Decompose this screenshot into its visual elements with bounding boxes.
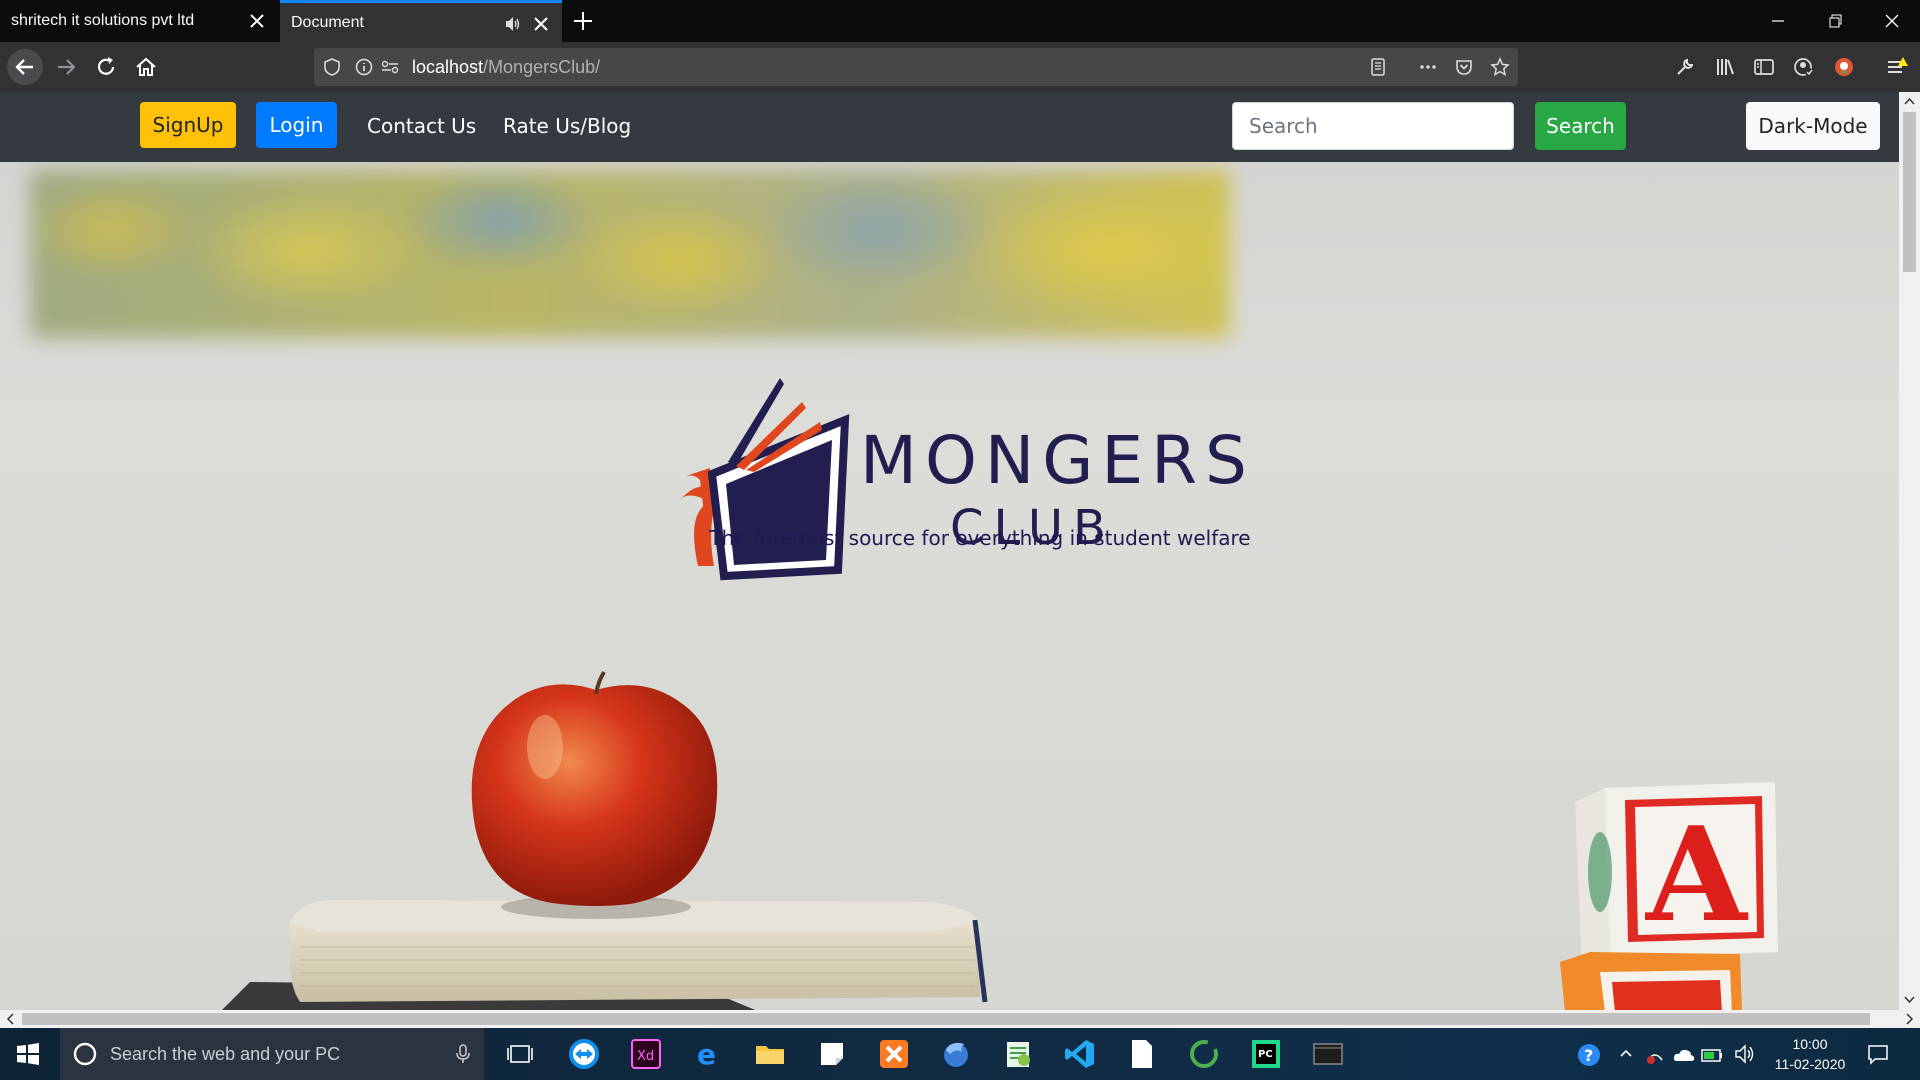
terminal-icon[interactable] [1310,1036,1346,1072]
scroll-down-arrow-icon[interactable] [1899,992,1920,1008]
account-icon[interactable] [1793,56,1815,78]
vertical-scroll-thumb[interactable] [1903,112,1916,272]
close-tab-icon[interactable] [532,15,550,33]
wrench-icon[interactable] [1674,56,1696,78]
restore-icon[interactable] [1820,6,1850,36]
adobe-xd-icon[interactable]: Xd [628,1036,664,1072]
permissions-icon[interactable] [380,57,400,77]
signup-button[interactable]: SignUp [140,102,236,148]
vertical-scrollbar[interactable] [1899,92,1920,1010]
minimize-icon[interactable] [1763,6,1793,36]
chevron-up-icon[interactable] [1618,1044,1634,1064]
close-window-icon[interactable] [1877,6,1907,36]
svg-text:Xd: Xd [637,1049,654,1064]
scroll-right-arrow-icon[interactable] [1900,1010,1918,1028]
arrow-left-icon [15,59,33,75]
edge-browser-icon[interactable]: e [690,1036,726,1072]
tab-title: Document [291,13,364,31]
site-search-input[interactable] [1232,102,1514,150]
windows-start-icon[interactable] [16,1042,40,1066]
green-circle-app-icon[interactable] [1186,1036,1222,1072]
blurred-painting-image [30,170,1230,338]
clock-time: 10:00 [1792,1036,1828,1052]
site-search-button[interactable]: Search [1535,102,1626,150]
pycharm-icon[interactable]: PC [1248,1036,1284,1072]
windows-taskbar: Search the web and your PC Xd e PC ? 10:… [0,1028,1920,1080]
reload-icon[interactable] [88,49,124,85]
svg-text:?: ? [1584,1046,1593,1065]
site-navbar: SignUp Login Contact Us Rate Us/Blog Sea… [0,92,1899,162]
taskbar-search-box[interactable]: Search the web and your PC [60,1028,484,1080]
login-button[interactable]: Login [256,102,337,148]
speaker-icon[interactable] [504,15,522,33]
notepad-plus-plus-icon[interactable] [1000,1036,1036,1072]
pocket-icon[interactable] [1454,57,1474,77]
more-actions-icon[interactable] [1418,57,1438,77]
firefox-icon[interactable] [938,1036,974,1072]
vscode-icon[interactable] [1062,1036,1098,1072]
tagline: The foremost source for everything in st… [709,526,1251,550]
svg-text:PC: PC [1258,1049,1273,1060]
block-letter-a: A [1644,798,1749,951]
scroll-up-arrow-icon[interactable] [1899,94,1920,110]
url-text: localhost/MongersClub/ [412,57,600,78]
info-icon[interactable] [354,57,374,77]
dark-mode-toggle-button[interactable]: Dark-Mode [1746,102,1880,150]
browser-tab-active[interactable]: Document [280,0,562,42]
hero-background: A MONGERS CLUB The foremost source for e… [0,162,1899,1010]
logo-text-mongers: MONGERS [860,422,1255,499]
nav-link-contact-us[interactable]: Contact Us [367,114,476,138]
sticky-notes-icon[interactable] [814,1036,850,1072]
reader-view-icon[interactable] [1368,57,1388,77]
tab-title: shritech it solutions pvt ltd [11,12,195,29]
horizontal-scroll-thumb[interactable] [22,1013,1870,1025]
mongers-club-logo: MONGERS CLUB [640,352,1247,592]
close-tab-icon[interactable] [248,12,266,30]
taskbar-search-placeholder: Search the web and your PC [110,1044,341,1064]
horizontal-scrollbar[interactable] [0,1010,1920,1028]
blank-document-icon[interactable] [1124,1036,1160,1072]
shield-icon[interactable] [322,57,342,77]
back-button[interactable] [7,49,43,85]
new-tab-plus-icon[interactable] [570,8,596,34]
teamviewer-icon[interactable] [566,1036,602,1072]
url-path: /MongersClub/ [483,57,601,77]
browser-toolbar: localhost/MongersClub/ [0,42,1920,92]
menu-hamburger-icon[interactable] [1886,56,1908,78]
microphone-icon[interactable] [454,1043,472,1065]
help-icon[interactable]: ? [1576,1042,1602,1068]
action-center-notifications-icon[interactable] [1866,1042,1890,1066]
cortana-circle-icon [73,1042,97,1066]
url-bar[interactable]: localhost/MongersClub/ [314,48,1518,86]
file-explorer-icon[interactable] [752,1036,788,1072]
url-host: localhost [412,57,484,77]
task-view-icon[interactable] [502,1036,538,1072]
xampp-icon[interactable] [876,1036,912,1072]
nav-link-rate-us-blog[interactable]: Rate Us/Blog [503,114,631,138]
browser-tab[interactable]: shritech it solutions pvt ltd [0,0,278,42]
home-icon[interactable] [128,49,164,85]
scroll-left-arrow-icon[interactable] [2,1010,20,1028]
apple-on-books-image: A [222,670,1778,1010]
page-viewport: A MONGERS CLUB The foremost source for e… [0,92,1899,1010]
duckduckgo-extension-icon[interactable] [1833,56,1855,78]
network-warning-icon[interactable] [1644,1044,1666,1066]
bookmark-star-icon[interactable] [1490,57,1510,77]
battery-charging-icon[interactable] [1700,1044,1724,1066]
system-clock[interactable]: 10:00 11-02-2020 [1770,1034,1850,1074]
onedrive-cloud-icon[interactable] [1672,1044,1696,1066]
clock-date: 11-02-2020 [1774,1056,1846,1072]
browser-tab-strip: shritech it solutions pvt ltd Document [0,0,1920,42]
volume-icon[interactable] [1733,1042,1757,1066]
svg-text:e: e [697,1038,716,1071]
book-emblem-icon [680,378,850,581]
sidebar-icon[interactable] [1753,56,1775,78]
library-icon[interactable] [1714,56,1736,78]
forward-button[interactable] [48,49,84,85]
